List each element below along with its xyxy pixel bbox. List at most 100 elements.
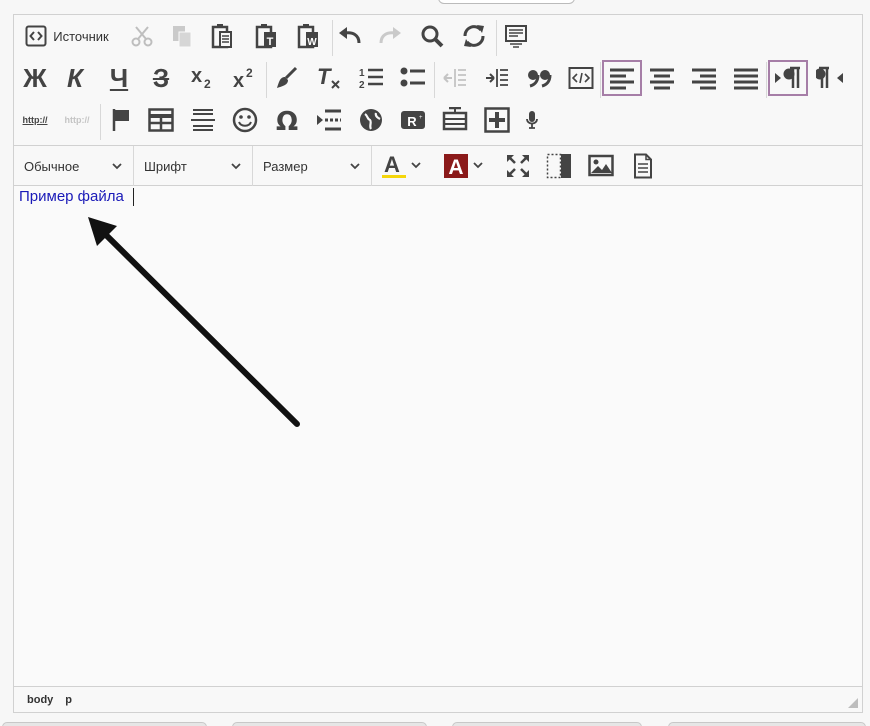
align-left-icon: [610, 68, 634, 90]
voice-input-button[interactable]: [520, 102, 544, 138]
copy-formatting-button[interactable]: [270, 60, 304, 96]
replace-button[interactable]: [458, 18, 490, 54]
editor-toolbar: Источник T W Ж К Ч З x 2 x 2 T 1 2 http:…: [14, 15, 862, 186]
source-label: Источник: [53, 28, 109, 44]
underline-label: Ч: [109, 63, 129, 93]
iframe-button[interactable]: [354, 102, 388, 138]
redo-button[interactable]: [374, 18, 406, 54]
rtl-direction-button[interactable]: [812, 60, 848, 96]
paste-word-button[interactable]: W: [292, 18, 324, 54]
italic-label: К: [67, 63, 83, 93]
size-select-value: Размер: [263, 158, 308, 174]
text-color-button[interactable]: A: [378, 148, 426, 184]
smiley-button[interactable]: [228, 102, 262, 138]
align-center-button[interactable]: [644, 60, 680, 96]
separator: [266, 62, 267, 98]
blockquote-button[interactable]: [522, 60, 556, 96]
paste-button[interactable]: [206, 18, 238, 54]
resize-handle-icon[interactable]: [848, 698, 858, 708]
ltr-icon: [775, 66, 800, 88]
indent-icon: [486, 69, 508, 87]
content-paragraph[interactable]: Пример файла: [19, 188, 124, 205]
italic-button[interactable]: К: [58, 60, 92, 96]
unlink-button[interactable]: http://: [60, 102, 94, 138]
refresh-icon: [463, 25, 485, 47]
link-button[interactable]: http://: [18, 102, 52, 138]
size-select[interactable]: Размер: [253, 146, 372, 186]
svg-text:x: x: [233, 70, 244, 90]
svg-text:W: W: [307, 37, 317, 48]
code-snippet-button[interactable]: [564, 60, 598, 96]
copy-icon: [173, 26, 192, 48]
subscript-button[interactable]: x 2: [186, 60, 220, 96]
image-icon: [588, 154, 614, 177]
align-right-button[interactable]: [686, 60, 722, 96]
numbered-list-button[interactable]: 1 2: [354, 60, 388, 96]
align-right-icon: [692, 68, 716, 90]
templates-button[interactable]: [500, 18, 532, 54]
document-button[interactable]: [626, 148, 660, 184]
font-select[interactable]: Шрифт: [134, 146, 253, 186]
editor-content-area[interactable]: Пример файла: [14, 186, 862, 686]
undo-button[interactable]: [334, 18, 366, 54]
unlink-label: http://: [64, 115, 90, 125]
bottom-tab: [668, 722, 866, 726]
code-icon: [568, 67, 594, 89]
bold-button[interactable]: Ж: [18, 60, 52, 96]
paste-text-button[interactable]: T: [250, 18, 282, 54]
find-button[interactable]: [416, 18, 448, 54]
ltr-direction-button[interactable]: [768, 60, 808, 96]
indent-button[interactable]: [480, 60, 514, 96]
paste-icon: [211, 24, 232, 49]
show-blocks-icon: [546, 153, 571, 179]
show-blocks-button[interactable]: [542, 148, 576, 184]
svg-text:+: +: [419, 115, 423, 121]
table-button[interactable]: [144, 102, 178, 138]
insert-snippet-button[interactable]: [438, 102, 472, 138]
justify-button[interactable]: [728, 60, 764, 96]
strikethrough-button[interactable]: З: [144, 60, 178, 96]
svg-text:R: R: [407, 114, 417, 129]
horizontal-rule-icon: [191, 109, 215, 131]
special-char-button[interactable]: Ω: [270, 102, 304, 138]
undo-icon: [339, 27, 361, 44]
maximize-button[interactable]: [500, 148, 536, 184]
rich-text-editor: Источник T W Ж К Ч З x 2 x 2 T 1 2 http:…: [13, 14, 863, 713]
svg-text:2: 2: [246, 66, 253, 80]
background-color-button[interactable]: A: [440, 148, 488, 184]
anchor-button[interactable]: [104, 102, 138, 138]
paintbrush-icon: [277, 66, 298, 88]
align-center-icon: [650, 68, 674, 90]
page-break-button[interactable]: [312, 102, 346, 138]
outdent-button[interactable]: [438, 60, 472, 96]
underline-button[interactable]: Ч: [102, 60, 136, 96]
format-select[interactable]: Обычное: [14, 146, 134, 186]
bottom-tab-edges: [0, 720, 870, 726]
svg-text:A: A: [448, 156, 463, 179]
separator: [434, 62, 435, 98]
cut-button[interactable]: [126, 18, 158, 54]
rtl-icon: [816, 66, 843, 88]
registered-icon: R +: [401, 111, 425, 129]
horizontal-line-button[interactable]: [186, 102, 220, 138]
bottom-tab: [2, 722, 207, 726]
registered-mark-button[interactable]: R +: [396, 102, 430, 138]
bulleted-list-icon: [400, 67, 425, 87]
chevron-down-icon: [231, 163, 241, 170]
path-element-body[interactable]: body: [27, 694, 53, 706]
superscript-button[interactable]: x 2: [228, 60, 262, 96]
path-element-p[interactable]: p: [65, 694, 72, 706]
source-button[interactable]: Источник: [20, 18, 114, 54]
outdent-icon: [443, 69, 466, 87]
bulleted-list-button[interactable]: [396, 60, 430, 96]
separator: [332, 20, 333, 56]
remove-format-button[interactable]: T: [312, 60, 346, 96]
insert-block-button[interactable]: [480, 102, 514, 138]
text-color-icon: A: [382, 152, 421, 178]
svg-text:1: 1: [359, 68, 365, 79]
font-select-value: Шрифт: [144, 158, 187, 174]
image-button[interactable]: [584, 148, 618, 184]
copy-button[interactable]: [166, 18, 198, 54]
toolbar-row-4: Обычное Шрифт Размер A A: [14, 145, 862, 186]
align-left-button[interactable]: [602, 60, 642, 96]
